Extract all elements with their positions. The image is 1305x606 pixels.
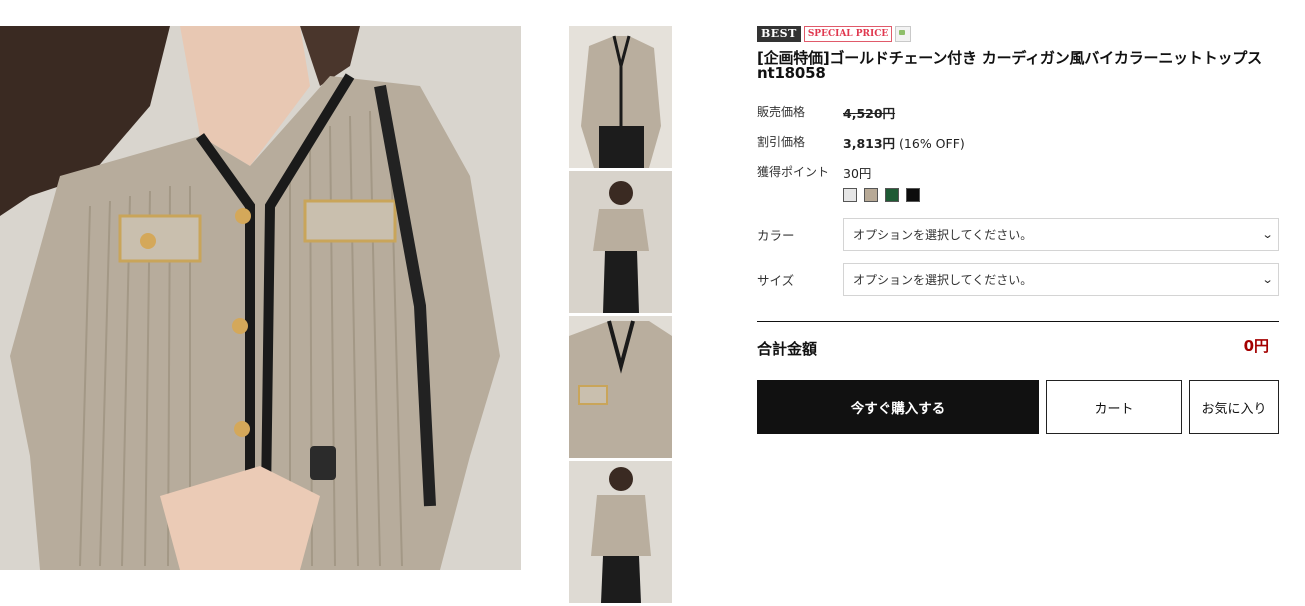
- wishlist-button[interactable]: お気に入り: [1189, 380, 1279, 434]
- product-main-image: [0, 26, 521, 570]
- price-table: 販売価格 4,520円 割引価格 3,813円 (16% OFF) 獲得ポイント…: [757, 101, 1279, 191]
- color-option-row: カラー オプションを選択してください。 ⌄: [757, 218, 1279, 251]
- thumbnail-list: [569, 26, 672, 606]
- size-select[interactable]: オプションを選択してください。 ⌄: [843, 263, 1279, 296]
- divider: [757, 321, 1279, 322]
- thumbnail-2[interactable]: [569, 171, 672, 313]
- discount-price-value: 3,813円: [843, 136, 896, 151]
- discount-percent: (16% OFF): [899, 136, 965, 151]
- product-title: [企画特価]ゴールドチェーン付き カーディガン風バイカラーニットトップス nt1…: [757, 49, 1262, 82]
- add-to-cart-button[interactable]: カート: [1046, 380, 1182, 434]
- action-buttons: 今すぐ購入する カート お気に入り: [757, 380, 1279, 434]
- chevron-down-icon: ⌄: [1261, 228, 1274, 241]
- thumbnail-4[interactable]: [569, 461, 672, 603]
- chevron-down-icon: ⌄: [1261, 273, 1274, 286]
- sale-price-label: 販売価格: [757, 105, 806, 119]
- color-select[interactable]: オプションを選択してください。 ⌄: [843, 218, 1279, 251]
- color-option-label: カラー: [757, 228, 795, 243]
- badge-group: BEST SPECIAL PRICE: [757, 26, 1279, 42]
- sale-price-value: 4,520円: [843, 106, 896, 121]
- swatch-beige[interactable]: [864, 188, 878, 202]
- discount-price: 3,813円 (16% OFF): [843, 131, 965, 152]
- color-select-value: オプションを選択してください。: [853, 228, 1033, 242]
- swatch-green[interactable]: [885, 188, 899, 202]
- size-option-label: サイズ: [757, 273, 795, 288]
- size-option-row: サイズ オプションを選択してください。 ⌄: [757, 263, 1279, 296]
- product-info-panel: BEST SPECIAL PRICE [企画特価]ゴールドチェーン付き カーディ…: [757, 26, 1279, 434]
- size-select-value: オプションを選択してください。: [853, 273, 1033, 287]
- sale-price-row: 販売価格 4,520円: [757, 101, 1279, 131]
- thumbnail-3[interactable]: [569, 316, 672, 458]
- discount-price-row: 割引価格 3,813円 (16% OFF): [757, 131, 1279, 161]
- thumbnail-1[interactable]: [569, 26, 672, 168]
- buy-now-button[interactable]: 今すぐ購入する: [757, 380, 1039, 434]
- total-label: 合計金額: [757, 340, 818, 358]
- swatch-light-gray[interactable]: [843, 188, 857, 202]
- discount-price-label: 割引価格: [757, 135, 806, 149]
- broken-image-icon: [895, 26, 912, 42]
- total-row: 合計金額 0円: [757, 335, 1279, 359]
- color-swatches: [843, 188, 1279, 204]
- swatch-black[interactable]: [906, 188, 920, 202]
- best-badge: BEST: [757, 26, 801, 42]
- points-label: 獲得ポイント: [757, 165, 830, 179]
- points-value: 30円: [843, 166, 872, 181]
- total-amount: 0円: [1243, 337, 1269, 355]
- points-row: 獲得ポイント 30円: [757, 161, 1279, 191]
- special-price-badge: SPECIAL PRICE: [803, 26, 893, 42]
- model-photo: [0, 26, 521, 570]
